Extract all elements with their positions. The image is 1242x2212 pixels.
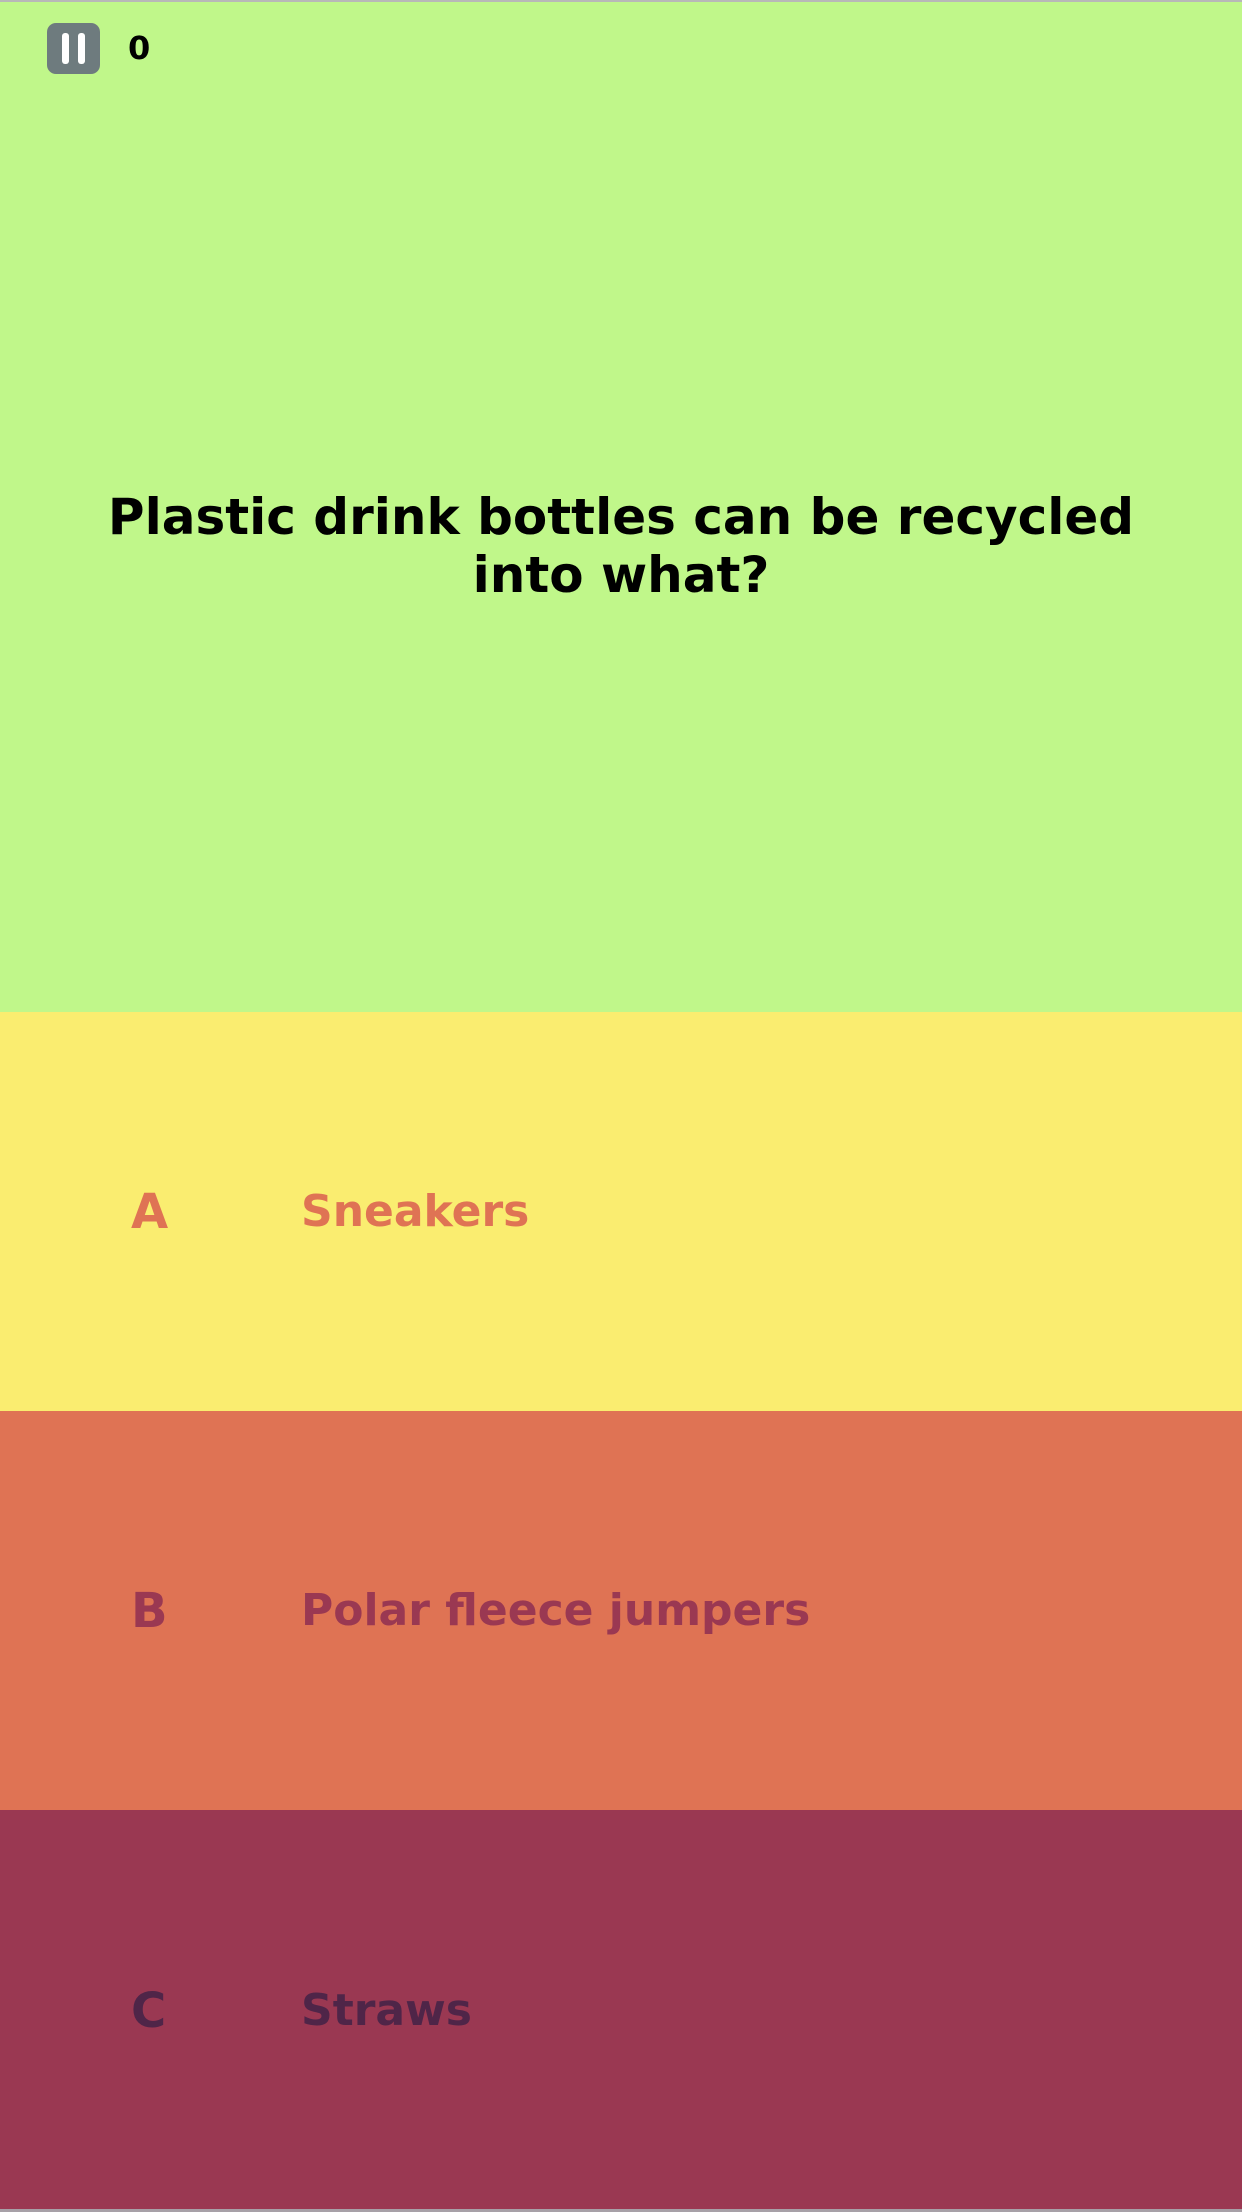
- pause-icon: [62, 33, 69, 64]
- answer-text: Polar fleece jumpers: [301, 1584, 811, 1636]
- answer-letter: B: [131, 1582, 168, 1639]
- question-panel: Plastic drink bottles can be recycled in…: [0, 2, 1242, 1010]
- answer-option-a[interactable]: A Sneakers: [0, 1012, 1242, 1411]
- score-counter: 0: [128, 29, 151, 67]
- question-text: Plastic drink bottles can be recycled in…: [107, 488, 1135, 604]
- pause-icon-bar: [78, 33, 85, 64]
- answer-option-c[interactable]: C Straws: [0, 1810, 1242, 2212]
- answer-option-b[interactable]: B Polar fleece jumpers: [0, 1411, 1242, 1810]
- answer-letter: C: [131, 1983, 167, 2039]
- answer-text: Sneakers: [301, 1185, 530, 1237]
- pause-button[interactable]: [47, 23, 100, 74]
- answer-text: Straws: [301, 1985, 472, 2036]
- quiz-screen: Plastic drink bottles can be recycled in…: [0, 0, 1242, 2212]
- answer-letter: A: [131, 1183, 169, 1240]
